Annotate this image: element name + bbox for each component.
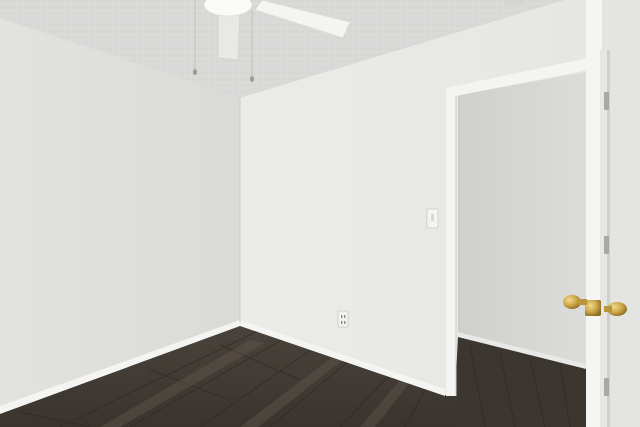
closet-interior [458,72,586,368]
door-hinge [604,92,609,110]
power-outlet-icon [337,310,349,328]
ceiling-vent [505,0,523,5]
light-switch-icon[interactable] [426,208,439,229]
door-hinge [604,378,609,396]
bedroom-photo [0,0,640,427]
bedroom-scene [0,0,640,427]
door[interactable] [586,0,602,427]
door-hinge [604,236,609,254]
